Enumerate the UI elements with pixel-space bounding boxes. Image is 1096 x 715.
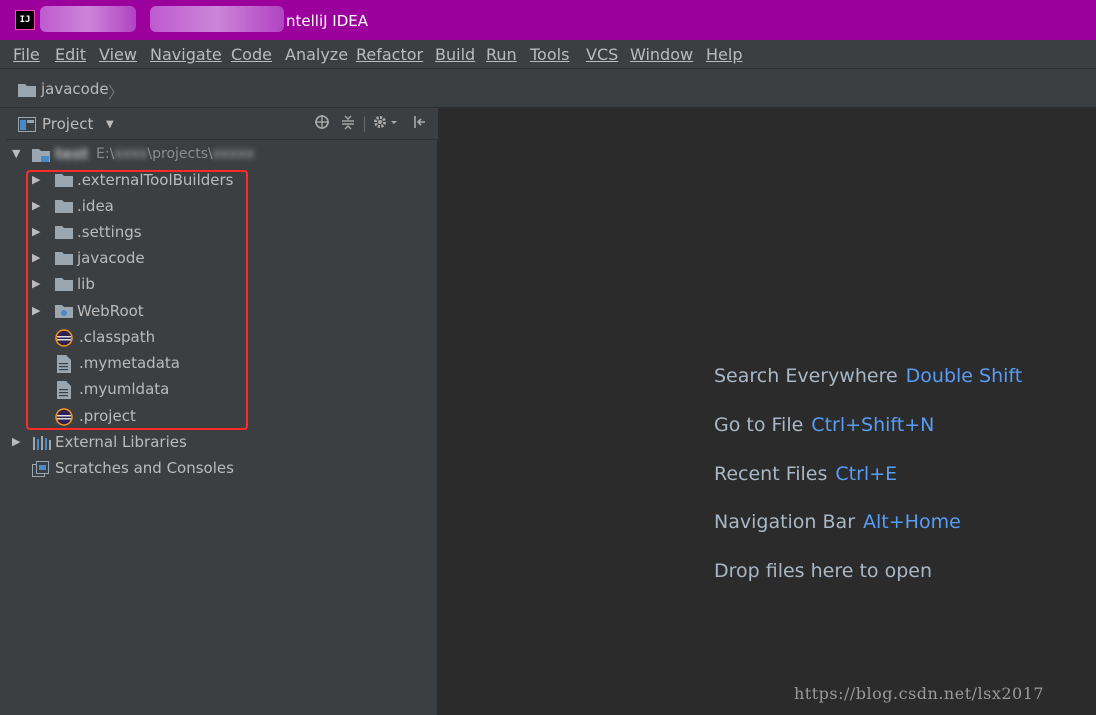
libraries-icon bbox=[32, 435, 52, 455]
folder-icon bbox=[55, 199, 73, 217]
menu-code[interactable]: Code bbox=[231, 45, 272, 64]
watermark: https://blog.csdn.net/lsx2017 bbox=[794, 684, 1045, 703]
locate-icon[interactable] bbox=[314, 114, 330, 134]
navigation-bar: javacode 〉 bbox=[0, 68, 1096, 108]
tree-item[interactable]: ▶ .externalToolBuilders bbox=[6, 168, 438, 194]
title-bar: IJ ntelliJ IDEA bbox=[0, 0, 1096, 40]
gear-icon[interactable] bbox=[372, 114, 398, 134]
web-folder-icon bbox=[55, 304, 73, 322]
project-view-selector[interactable]: Project bbox=[42, 115, 93, 133]
menu-refactor[interactable]: Refactor bbox=[356, 45, 423, 64]
chevron-down-icon[interactable]: ▼ bbox=[106, 119, 114, 130]
breadcrumb-separator: 〉 bbox=[108, 83, 125, 102]
tree-item[interactable]: ▶ lib bbox=[6, 272, 438, 298]
collapsed-arrow-icon[interactable]: ▶ bbox=[12, 435, 20, 448]
tree-item[interactable]: .project bbox=[6, 404, 438, 430]
menu-build[interactable]: Build bbox=[435, 45, 475, 64]
tree-item-label: .externalToolBuilders bbox=[77, 171, 234, 189]
tree-item-label: .idea bbox=[77, 197, 114, 215]
root-project-name: test bbox=[55, 145, 89, 163]
project-folder-icon bbox=[32, 147, 50, 167]
menu-bar: File Edit View Navigate Code Analyze Ref… bbox=[0, 40, 1096, 68]
tree-item-label: External Libraries bbox=[55, 433, 187, 451]
tree-external-libraries[interactable]: ▶ External Libraries bbox=[6, 430, 438, 456]
tree-item-label: .mymetadata bbox=[79, 354, 180, 372]
shortcut-key: Double Shift bbox=[905, 365, 1023, 387]
tree-item[interactable]: ▶ .settings bbox=[6, 220, 438, 246]
tree-item[interactable]: .mymetadata bbox=[6, 351, 438, 377]
collapsed-arrow-icon[interactable]: ▶ bbox=[32, 173, 40, 186]
redacted-title-part bbox=[150, 6, 284, 32]
hint-search-everywhere: Search Everywhere Double Shift bbox=[714, 365, 1023, 387]
project-tool-window: Project ▼ | ▼ test E:\xxxx\projects\xxxx… bbox=[6, 108, 438, 715]
menu-window[interactable]: Window bbox=[630, 45, 693, 64]
tree-item[interactable]: ▶ javacode bbox=[6, 246, 438, 272]
menu-navigate[interactable]: Navigate bbox=[150, 45, 222, 64]
tree-scratches[interactable]: Scratches and Consoles bbox=[6, 456, 438, 482]
menu-file[interactable]: File bbox=[13, 45, 40, 64]
expanded-arrow-icon[interactable]: ▼ bbox=[12, 147, 20, 160]
menu-vcs[interactable]: VCS bbox=[586, 45, 618, 64]
tree-item-label: .project bbox=[79, 407, 136, 425]
collapse-all-icon[interactable] bbox=[340, 114, 356, 134]
tree-item[interactable]: ▶ WebRoot bbox=[6, 299, 438, 325]
collapsed-arrow-icon[interactable]: ▶ bbox=[32, 199, 40, 212]
folder-icon bbox=[55, 173, 73, 191]
collapsed-arrow-icon[interactable]: ▶ bbox=[32, 251, 40, 264]
tree-item-label: .classpath bbox=[79, 328, 156, 346]
folder-icon bbox=[55, 277, 73, 295]
menu-help[interactable]: Help bbox=[706, 45, 742, 64]
shortcut-key: Alt+Home bbox=[863, 511, 961, 533]
intellij-app-icon[interactable]: IJ bbox=[16, 11, 34, 29]
menu-analyze[interactable]: Analyze bbox=[285, 45, 348, 64]
menu-run[interactable]: Run bbox=[486, 45, 517, 64]
tree-item-label: .myumldata bbox=[79, 380, 170, 398]
shortcut-key: Ctrl+Shift+N bbox=[811, 414, 935, 436]
tree-item-label: WebRoot bbox=[77, 302, 144, 320]
toolbar-divider: | bbox=[362, 114, 368, 132]
tree-item[interactable]: .myumldata bbox=[6, 377, 438, 403]
tree-item-label: Scratches and Consoles bbox=[55, 459, 234, 477]
hint-recent-files: Recent Files Ctrl+E bbox=[714, 463, 898, 485]
folder-icon bbox=[55, 225, 73, 243]
folder-icon bbox=[55, 251, 73, 269]
hide-panel-icon[interactable] bbox=[412, 114, 428, 134]
project-view-icon bbox=[18, 117, 36, 136]
breadcrumb-item[interactable]: javacode bbox=[41, 80, 109, 98]
eclipse-file-icon bbox=[55, 329, 73, 351]
hint-navigation-bar: Navigation Bar Alt+Home bbox=[714, 511, 961, 533]
menu-tools[interactable]: Tools bbox=[530, 45, 569, 64]
tree-root-row[interactable]: ▼ test E:\xxxx\projects\xxxxx bbox=[6, 142, 438, 168]
folder-icon bbox=[18, 82, 36, 101]
project-panel-header: Project ▼ | bbox=[6, 108, 438, 140]
window-title: ntelliJ IDEA bbox=[286, 12, 369, 30]
eclipse-file-icon bbox=[55, 408, 73, 430]
collapsed-arrow-icon[interactable]: ▶ bbox=[32, 225, 40, 238]
tree-item-label: lib bbox=[77, 275, 95, 293]
text-file-icon bbox=[57, 381, 71, 403]
collapsed-arrow-icon[interactable]: ▶ bbox=[32, 304, 40, 317]
hint-go-to-file: Go to File Ctrl+Shift+N bbox=[714, 414, 935, 436]
hint-drop-files: Drop files here to open bbox=[714, 560, 933, 582]
tree-item-label: javacode bbox=[77, 249, 145, 267]
scratches-icon bbox=[32, 461, 50, 481]
tree-item-label: .settings bbox=[77, 223, 142, 241]
redacted-title-part bbox=[40, 6, 136, 32]
tree-item[interactable]: ▶ .idea bbox=[6, 194, 438, 220]
shortcut-key: Ctrl+E bbox=[835, 463, 898, 485]
menu-view[interactable]: View bbox=[99, 45, 137, 64]
editor-area[interactable]: Search Everywhere Double Shift Go to File… bbox=[438, 108, 1096, 715]
root-project-path: E:\xxxx\projects\xxxxx bbox=[96, 146, 255, 162]
menu-edit[interactable]: Edit bbox=[55, 45, 86, 64]
collapsed-arrow-icon[interactable]: ▶ bbox=[32, 277, 40, 290]
text-file-icon bbox=[57, 355, 71, 377]
tree-item[interactable]: .classpath bbox=[6, 325, 438, 351]
